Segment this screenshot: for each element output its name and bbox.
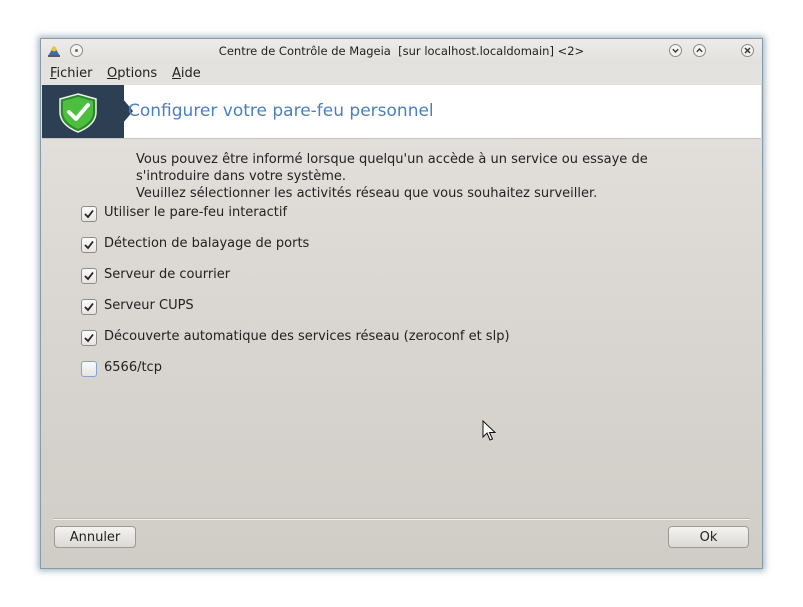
checkbox-box[interactable] xyxy=(81,237,97,253)
banner-logo xyxy=(42,85,133,138)
menu-aide[interactable]: Aide xyxy=(172,66,201,81)
checkmark-icon xyxy=(84,333,94,343)
menu-fichier[interactable]: Fichier xyxy=(50,66,93,81)
checkmark-icon xyxy=(84,209,94,219)
intro-line-3: Veuillez sélectionner les activités rése… xyxy=(136,186,598,201)
intro-line-2: s'introduire dans votre système. xyxy=(136,169,347,184)
menu-aide-label: ide xyxy=(180,66,201,81)
cancel-button[interactable]: Annuler xyxy=(54,526,136,548)
page-title: Configurer votre pare-feu personnel xyxy=(128,101,434,121)
checkmark-icon xyxy=(84,240,94,250)
ok-button[interactable]: Ok xyxy=(668,526,749,548)
checkbox-box[interactable] xyxy=(81,206,97,222)
window-title: Centre de Contrôle de Mageia [sur localh… xyxy=(218,44,585,58)
menu-options[interactable]: Options xyxy=(107,66,157,81)
minimize-icon[interactable] xyxy=(668,43,683,62)
menu-options-label: ptions xyxy=(117,66,158,81)
checkbox-label[interactable]: Découverte automatique des services rése… xyxy=(104,329,510,344)
checkbox-box[interactable] xyxy=(81,330,97,346)
app-window: Centre de Contrôle de Mageia [sur localh… xyxy=(40,38,763,569)
close-icon[interactable] xyxy=(740,43,755,62)
maximize-icon[interactable] xyxy=(692,43,707,62)
checkbox-box[interactable] xyxy=(81,361,97,377)
checkbox-label[interactable]: Utiliser le pare-feu interactif xyxy=(104,205,287,220)
checkbox-box[interactable] xyxy=(81,299,97,315)
header-banner: Configurer votre pare-feu personnel xyxy=(42,85,761,139)
checkbox-box[interactable] xyxy=(81,268,97,284)
menu-fichier-label: ichier xyxy=(56,66,93,81)
menu-bar: Fichier Options Aide xyxy=(41,63,762,85)
menu-aide-mnemonic: A xyxy=(172,66,181,81)
title-bar[interactable]: Centre de Contrôle de Mageia [sur localh… xyxy=(41,39,762,63)
button-separator xyxy=(53,518,750,520)
checkbox-label[interactable]: Serveur CUPS xyxy=(104,298,194,313)
intro-line-1: Vous pouvez être informé lorsque quelqu'… xyxy=(136,152,648,167)
checkbox-label[interactable]: Serveur de courrier xyxy=(104,267,230,282)
checkmark-icon xyxy=(84,271,94,281)
intro-text: Vous pouvez être informé lorsque quelqu'… xyxy=(136,151,696,202)
shield-check-icon xyxy=(59,93,97,133)
mouse-cursor-icon xyxy=(482,420,496,441)
checkbox-label[interactable]: 6566/tcp xyxy=(104,360,162,375)
menu-options-mnemonic: O xyxy=(107,66,118,81)
checkbox-label[interactable]: Détection de balayage de ports xyxy=(104,236,309,251)
checkmark-icon xyxy=(84,302,94,312)
